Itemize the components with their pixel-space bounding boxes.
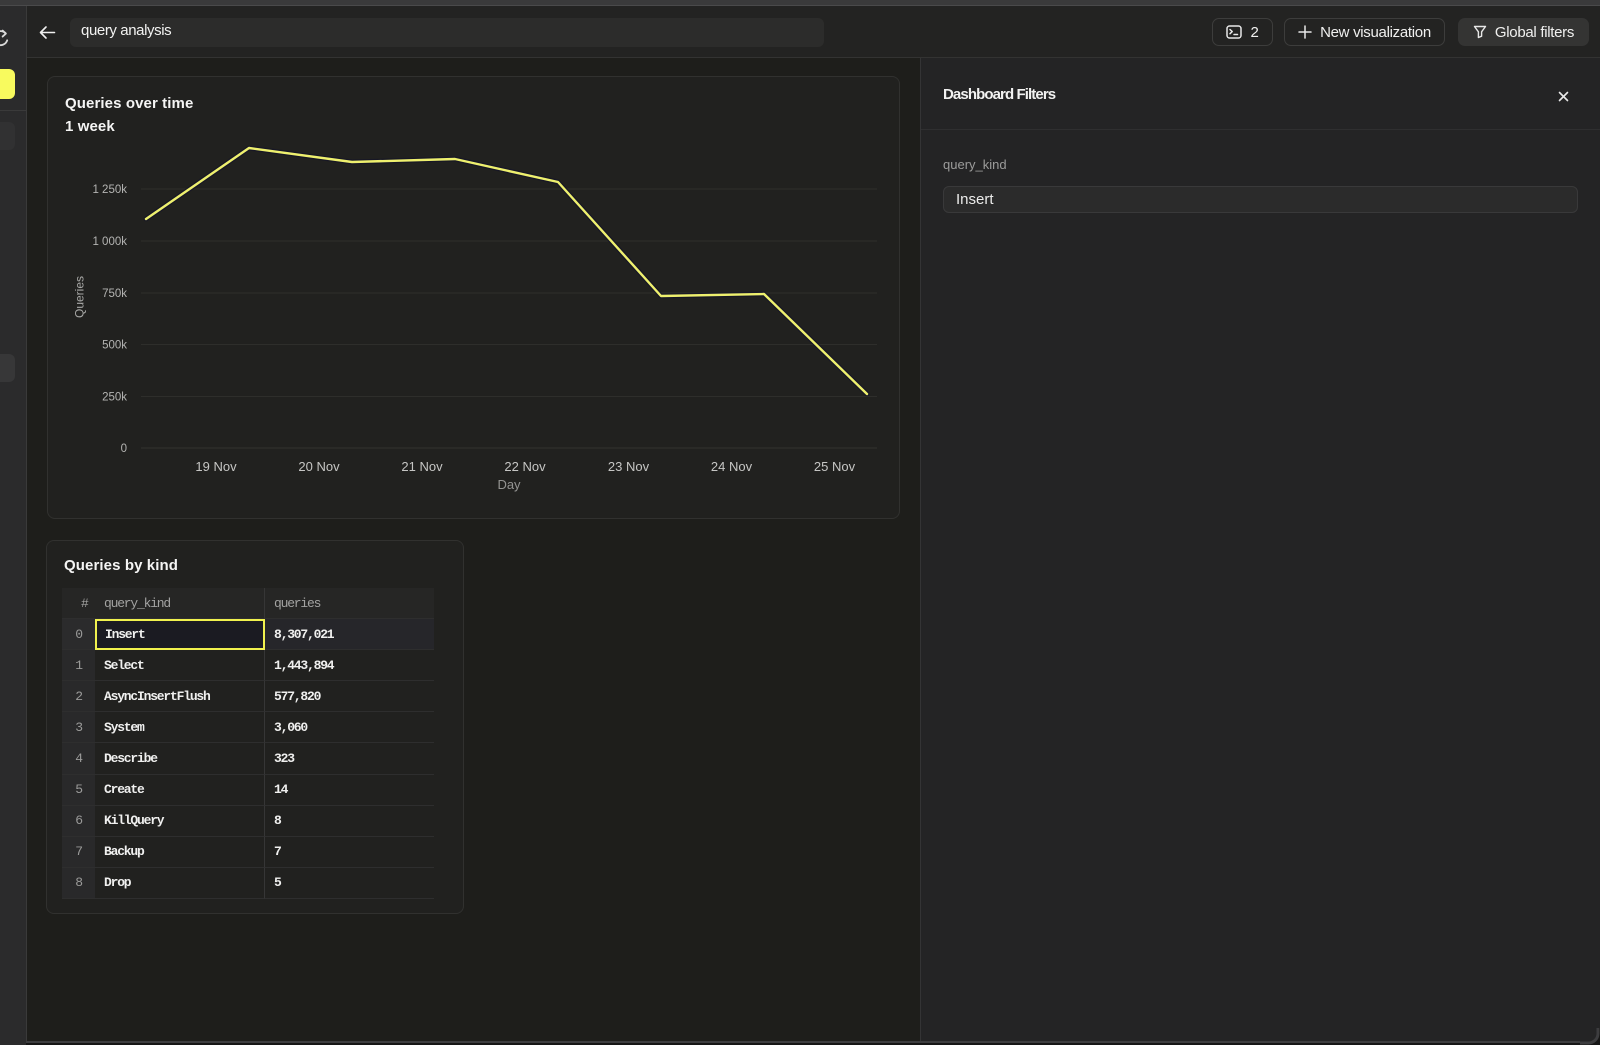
svg-text:21 Nov: 21 Nov [401, 459, 443, 474]
svg-text:23 Nov: 23 Nov [608, 459, 650, 474]
svg-text:Queries: Queries [73, 276, 87, 318]
svg-text:0: 0 [121, 443, 127, 455]
svg-text:500k: 500k [102, 340, 127, 352]
svg-text:750k: 750k [102, 288, 127, 300]
svg-text:Day: Day [497, 477, 521, 492]
svg-text:22 Nov: 22 Nov [504, 459, 546, 474]
svg-text:250k: 250k [102, 392, 127, 404]
svg-text:1 250k: 1 250k [92, 184, 127, 196]
svg-text:25 Nov: 25 Nov [814, 459, 856, 474]
svg-text:24 Nov: 24 Nov [711, 459, 753, 474]
svg-text:20 Nov: 20 Nov [298, 459, 340, 474]
svg-text:1 000k: 1 000k [92, 236, 127, 248]
svg-text:19 Nov: 19 Nov [195, 459, 237, 474]
